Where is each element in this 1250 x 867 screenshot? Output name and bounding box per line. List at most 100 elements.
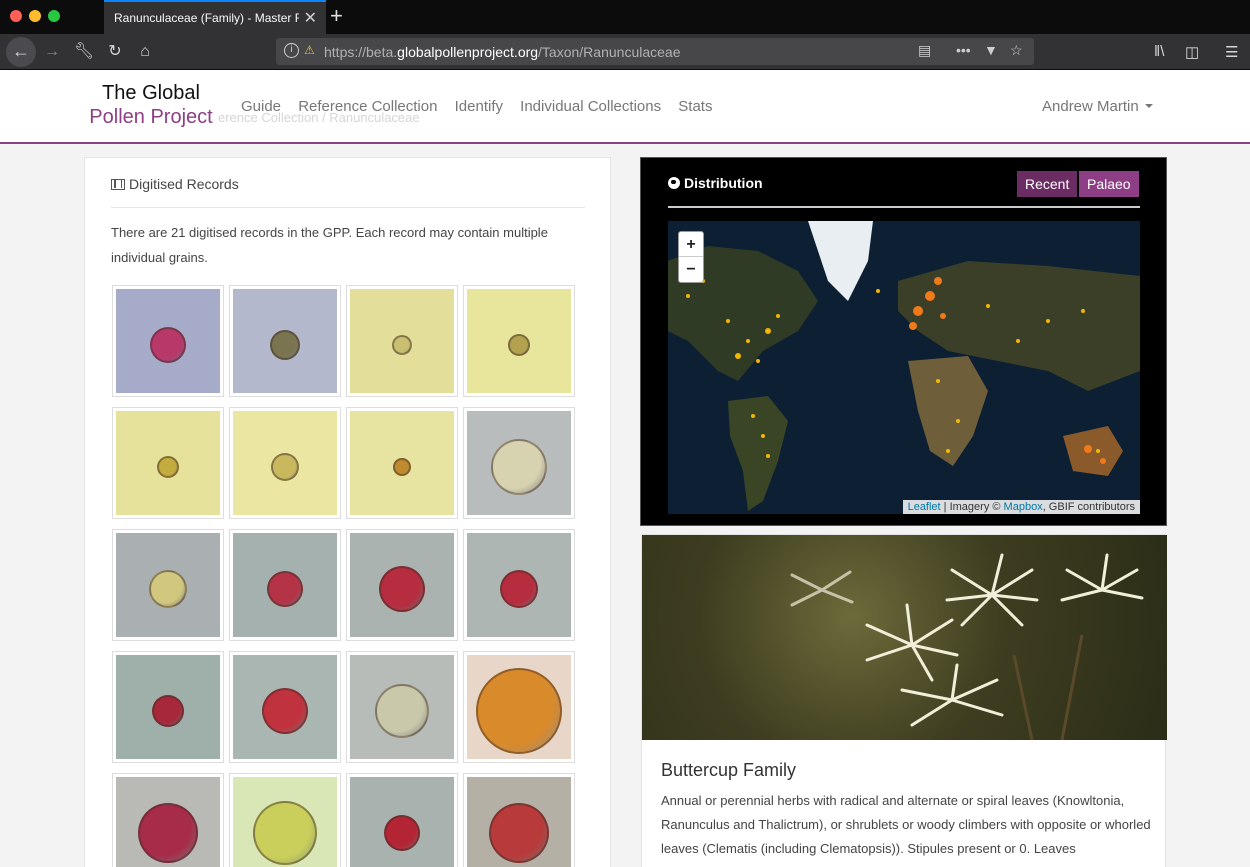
family-description: Annual or perennial herbs with radical a… bbox=[661, 793, 1151, 856]
thumbnail-image bbox=[350, 411, 454, 515]
pollen-grain bbox=[157, 456, 179, 478]
record-thumbnail[interactable] bbox=[229, 285, 341, 397]
pollen-grain bbox=[149, 570, 187, 608]
reload-icon[interactable]: ↻ bbox=[103, 40, 127, 64]
record-thumbnail[interactable] bbox=[229, 773, 341, 867]
zoom-control: + − bbox=[678, 231, 704, 283]
url-bar[interactable]: i ⚠ https://beta.globalpollenproject.org… bbox=[276, 38, 1034, 65]
film-icon bbox=[111, 179, 125, 190]
pollen-grain bbox=[267, 571, 303, 607]
record-thumbnail[interactable] bbox=[112, 407, 224, 519]
records-heading: Digitised Records bbox=[111, 176, 585, 208]
tab-close-icon[interactable]: ✕ bbox=[304, 8, 317, 28]
library-icon[interactable]: ‖\ bbox=[1154, 43, 1164, 60]
thumbnail-image bbox=[233, 777, 337, 867]
sidebar-icon[interactable]: ◫ bbox=[1185, 43, 1199, 61]
lock-warning-icon[interactable]: ⚠ bbox=[304, 43, 315, 57]
thumbnail-image bbox=[467, 411, 571, 515]
thumbnail-image bbox=[467, 289, 571, 393]
pollen-grain bbox=[393, 458, 411, 476]
record-thumbnail[interactable] bbox=[463, 773, 575, 867]
record-thumbnail[interactable] bbox=[346, 651, 458, 763]
forward-arrow-icon[interactable]: → bbox=[40, 40, 64, 64]
pollen-grain bbox=[384, 815, 420, 851]
record-thumbnail[interactable] bbox=[463, 651, 575, 763]
pollen-grain bbox=[379, 566, 425, 612]
nav-identify[interactable]: Identify bbox=[455, 98, 503, 115]
globe-icon bbox=[668, 177, 680, 189]
window-zoom-dot[interactable] bbox=[48, 10, 60, 22]
brand-line-1: The Global bbox=[102, 82, 200, 104]
record-thumbnail[interactable] bbox=[346, 407, 458, 519]
browser-toolbar: ← → 🔧︎ ↻ ⌂ i ⚠ https://beta.globalpollen… bbox=[0, 34, 1250, 70]
site-logo[interactable]: The Global Pollen Project bbox=[84, 81, 218, 129]
pollen-grain bbox=[150, 327, 186, 363]
bookmark-star-icon[interactable]: ☆ bbox=[1010, 42, 1023, 59]
thumbnail-image bbox=[350, 655, 454, 759]
user-menu[interactable]: Andrew Martin bbox=[1042, 98, 1153, 115]
user-name: Andrew Martin bbox=[1042, 98, 1139, 115]
record-thumbnail[interactable] bbox=[463, 285, 575, 397]
pollen-grain bbox=[476, 668, 562, 754]
pollen-grain bbox=[138, 803, 198, 863]
pocket-icon[interactable]: ▼ bbox=[984, 42, 998, 58]
record-thumbnail[interactable] bbox=[229, 651, 341, 763]
info-icon[interactable]: i bbox=[284, 43, 299, 58]
digitised-records-card: Digitised Records There are 21 digitised… bbox=[84, 157, 611, 867]
back-arrow-icon[interactable]: ← bbox=[6, 37, 36, 67]
world-map[interactable]: + − Leaflet | Imagery © Mapbox, GBIF con… bbox=[668, 221, 1140, 514]
zoom-in-button[interactable]: + bbox=[679, 232, 703, 257]
brand-line-2: Pollen Project bbox=[89, 106, 213, 128]
distribution-card: Distribution Recent Palaeo + − Leaflet |… bbox=[640, 157, 1167, 526]
more-actions-icon[interactable]: ••• bbox=[956, 42, 971, 58]
browser-tab-bar: Ranunculaceae (Family) - Master Re ✕ + bbox=[0, 0, 1250, 34]
family-card: Buttercup Family Annual or perennial her… bbox=[641, 534, 1167, 867]
window-minimize-dot[interactable] bbox=[29, 10, 41, 22]
distribution-heading: Distribution bbox=[668, 175, 763, 191]
pollen-grain bbox=[253, 801, 317, 865]
record-thumbnail[interactable] bbox=[229, 407, 341, 519]
record-thumbnail[interactable] bbox=[112, 651, 224, 763]
record-thumbnail[interactable] bbox=[463, 407, 575, 519]
reader-view-icon[interactable]: ▤ bbox=[918, 42, 931, 59]
browser-tab[interactable]: Ranunculaceae (Family) - Master Re ✕ bbox=[104, 0, 326, 34]
record-thumbnail[interactable] bbox=[346, 773, 458, 867]
record-thumbnail[interactable] bbox=[112, 529, 224, 641]
url-text[interactable]: https://beta.globalpollenproject.org/Tax… bbox=[324, 44, 680, 60]
thumbnail-image bbox=[233, 655, 337, 759]
divider bbox=[668, 206, 1140, 208]
leaflet-link[interactable]: Leaflet bbox=[908, 501, 941, 513]
map-attribution: Leaflet | Imagery © Mapbox, GBIF contrib… bbox=[902, 500, 1140, 514]
toggle-palaeo-button[interactable]: Palaeo bbox=[1079, 171, 1139, 197]
new-tab-icon[interactable]: + bbox=[330, 3, 343, 29]
window-close-dot[interactable] bbox=[10, 10, 22, 22]
clematis-flower-image bbox=[790, 553, 1144, 740]
hamburger-menu-icon[interactable]: ☰ bbox=[1225, 43, 1238, 61]
thumbnail-image bbox=[467, 777, 571, 867]
thumbnail-image bbox=[233, 289, 337, 393]
mapbox-link[interactable]: Mapbox bbox=[1004, 501, 1043, 513]
nav-individual-collections[interactable]: Individual Collections bbox=[520, 98, 661, 115]
home-icon[interactable]: ⌂ bbox=[133, 40, 157, 64]
record-thumbnail[interactable] bbox=[229, 529, 341, 641]
wrench-icon[interactable]: 🔧︎ bbox=[72, 40, 96, 64]
pollen-grain bbox=[262, 688, 308, 734]
family-photo bbox=[642, 535, 1167, 740]
record-thumbnail[interactable] bbox=[346, 285, 458, 397]
record-thumbnail[interactable] bbox=[346, 529, 458, 641]
attribution-separator: | Imagery © bbox=[940, 501, 1004, 513]
thumbnail-image bbox=[350, 533, 454, 637]
nav-guide[interactable]: Guide bbox=[241, 98, 281, 115]
thumbnail-image bbox=[233, 411, 337, 515]
record-thumbnail[interactable] bbox=[463, 529, 575, 641]
pollen-grain bbox=[375, 684, 429, 738]
nav-stats[interactable]: Stats bbox=[678, 98, 712, 115]
record-thumbnail[interactable] bbox=[112, 285, 224, 397]
thumbnail-image bbox=[233, 533, 337, 637]
zoom-out-button[interactable]: − bbox=[679, 257, 703, 282]
attribution-gbif: , GBIF contributors bbox=[1042, 501, 1135, 513]
thumbnail-image bbox=[116, 289, 220, 393]
toggle-recent-button[interactable]: Recent bbox=[1017, 171, 1078, 197]
nav-reference-collection[interactable]: Reference Collection bbox=[298, 98, 437, 115]
record-thumbnail[interactable] bbox=[112, 773, 224, 867]
